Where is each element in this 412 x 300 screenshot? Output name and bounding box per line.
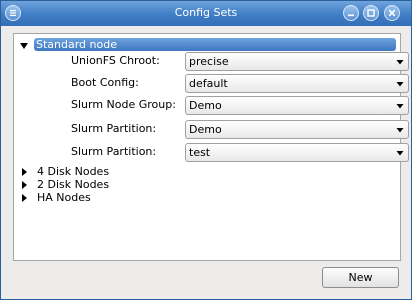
close-icon[interactable] (384, 5, 400, 21)
chevron-down-icon (396, 82, 404, 87)
collapsed-arrow-icon[interactable] (19, 192, 29, 202)
chevron-down-icon (396, 60, 404, 65)
field-label-slurm-partition-2: Slurm Partition: (71, 145, 157, 158)
tree-node-ha-nodes[interactable]: HA Nodes (37, 191, 91, 204)
combo-value: Demo (189, 123, 222, 136)
chevron-down-icon (396, 128, 404, 133)
chevron-down-icon (396, 104, 404, 109)
combo-value: default (189, 77, 228, 90)
field-label-slurm-node-group: Slurm Node Group: (71, 98, 176, 111)
titlebar[interactable]: Config Sets (1, 1, 411, 26)
tree-node-2-disk-nodes[interactable]: 2 Disk Nodes (37, 178, 109, 191)
slurm-partition-combo[interactable]: Demo (185, 120, 409, 139)
maximize-icon[interactable] (363, 5, 379, 21)
chevron-down-icon (396, 151, 404, 156)
collapsed-arrow-icon[interactable] (19, 179, 29, 189)
tree-node-standard-node[interactable]: Standard node (34, 38, 396, 51)
config-sets-tree[interactable]: Standard node UnionFS Chroot: precise Bo… (13, 33, 409, 261)
slurm-partition-2-combo[interactable]: test (185, 143, 409, 162)
combo-value: Demo (189, 99, 222, 112)
field-label-boot-config: Boot Config: (71, 76, 139, 89)
config-sets-window: Config Sets Standard node UnionFS Chroot… (0, 0, 412, 300)
combo-value: test (189, 146, 211, 159)
slurm-node-group-combo[interactable]: Demo (185, 96, 409, 115)
boot-config-combo[interactable]: default (185, 74, 409, 93)
expanded-arrow-icon[interactable] (19, 40, 29, 50)
unionfs-chroot-combo[interactable]: precise (185, 52, 409, 71)
new-button[interactable]: New (322, 267, 399, 288)
minimize-icon[interactable] (343, 5, 359, 21)
collapsed-arrow-icon[interactable] (19, 166, 29, 176)
field-label-slurm-partition: Slurm Partition: (71, 122, 157, 135)
field-label-unionfs-chroot: UnionFS Chroot: (71, 54, 160, 67)
combo-value: precise (189, 55, 229, 68)
tree-node-4-disk-nodes[interactable]: 4 Disk Nodes (37, 165, 109, 178)
